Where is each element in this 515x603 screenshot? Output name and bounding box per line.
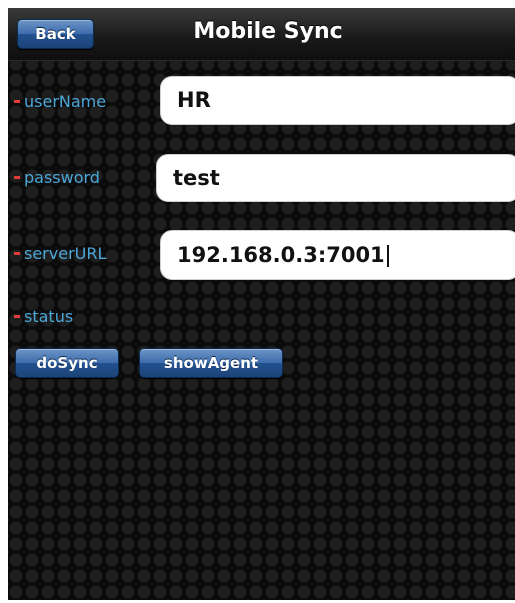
required-marker (14, 100, 20, 103)
status-label-text: status (24, 307, 74, 326)
server-url-value: 192.168.0.3:7001 (177, 243, 385, 267)
back-button[interactable]: Back (17, 19, 94, 49)
password-label: password (14, 168, 100, 187)
username-label-text: userName (24, 92, 107, 111)
required-marker (14, 176, 20, 179)
username-label: userName (14, 92, 106, 111)
required-marker (14, 252, 20, 255)
mobile-sync-screen: Back Mobile Sync userName HR password te… (8, 8, 515, 600)
page-title: Mobile Sync (193, 19, 343, 44)
password-value: test (173, 166, 220, 190)
server-url-field[interactable]: 192.168.0.3:7001 (160, 230, 515, 280)
show-agent-button[interactable]: showAgent (139, 348, 283, 378)
server-url-label: serverURL (14, 244, 106, 263)
text-cursor (386, 245, 389, 267)
username-value: HR (177, 88, 211, 112)
password-field[interactable]: test (156, 154, 515, 202)
status-label: status (14, 307, 73, 326)
header-bar: Back Mobile Sync (8, 8, 515, 61)
username-field[interactable]: HR (160, 76, 515, 125)
server-url-label-text: serverURL (24, 244, 107, 263)
password-label-text: password (24, 168, 100, 187)
required-marker (14, 315, 20, 318)
do-sync-button[interactable]: doSync (15, 348, 119, 378)
